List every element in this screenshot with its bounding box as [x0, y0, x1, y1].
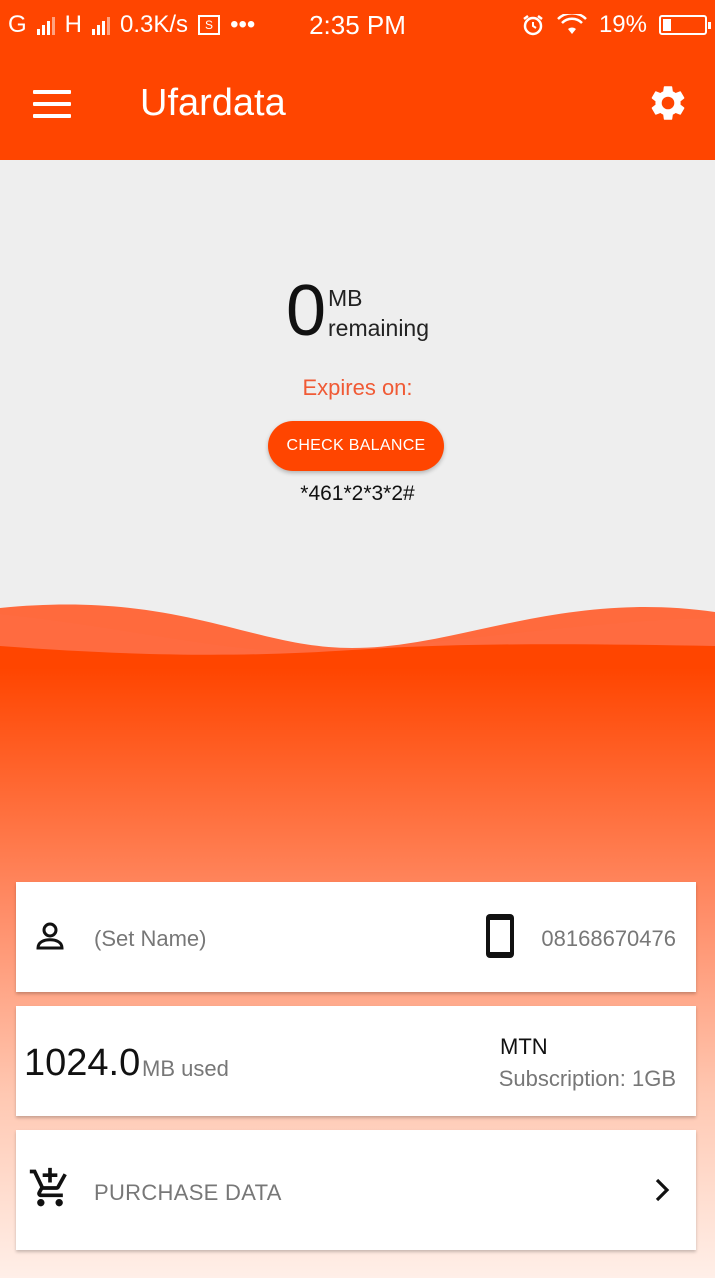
- signal-icon: [36, 15, 55, 35]
- network-type-2: H: [64, 11, 83, 38]
- subscription-label: Subscription: 1GB: [498, 1066, 676, 1091]
- gear-icon[interactable]: [647, 82, 689, 124]
- balance-amount: 0: [285, 271, 327, 351]
- balance-panel: 0 MB remaining Expires on: CHECK BALANCE…: [0, 160, 715, 668]
- add-to-cart-icon: [29, 1167, 67, 1207]
- app-bar: Ufardata: [0, 50, 715, 160]
- battery-percent: 19%: [598, 11, 647, 38]
- status-bar: G H 0.3K/s S ••• 2:35 PM 19%: [0, 0, 715, 50]
- profile-card[interactable]: (Set Name) 08168670476: [16, 882, 696, 992]
- purchase-data-card[interactable]: PURCHASE DATA: [16, 1130, 696, 1250]
- app-title: Ufardata: [140, 82, 286, 124]
- used-label: MB used: [142, 1056, 229, 1081]
- chevron-right-icon[interactable]: [650, 1174, 674, 1206]
- data-speed: 0.3K/s: [120, 11, 189, 38]
- ussd-code: *461*2*3*2#: [300, 482, 415, 505]
- network-type-1: G: [8, 11, 27, 38]
- network-name: MTN: [500, 1034, 548, 1059]
- screenshot-icon: S: [198, 15, 221, 35]
- balance-unit: MB: [328, 285, 363, 311]
- wifi-icon: [557, 14, 587, 34]
- person-icon: [36, 922, 64, 950]
- alarm-icon: [523, 15, 543, 36]
- battery-icon: [659, 15, 711, 35]
- wave-decoration: [0, 604, 715, 668]
- more-dots: •••: [230, 11, 256, 38]
- expires-label: Expires on:: [302, 375, 413, 400]
- status-right: 19%: [521, 11, 711, 39]
- usage-card: 1024.0 MB used MTN Subscription: 1GB: [16, 1006, 696, 1116]
- balance-display: 0 MB remaining: [0, 275, 715, 347]
- set-name-field[interactable]: (Set Name): [94, 926, 206, 952]
- menu-icon[interactable]: [33, 90, 71, 118]
- purchase-data-label: PURCHASE DATA: [94, 1180, 282, 1205]
- phone-number: 08168670476: [541, 926, 676, 951]
- used-amount: 1024.0: [24, 1042, 141, 1084]
- phone-icon: [486, 914, 514, 958]
- balance-label: remaining: [328, 315, 430, 341]
- check-balance-button[interactable]: CHECK BALANCE: [268, 421, 444, 471]
- signal-icon-2: [92, 15, 111, 35]
- status-left: G H 0.3K/s S •••: [8, 11, 521, 39]
